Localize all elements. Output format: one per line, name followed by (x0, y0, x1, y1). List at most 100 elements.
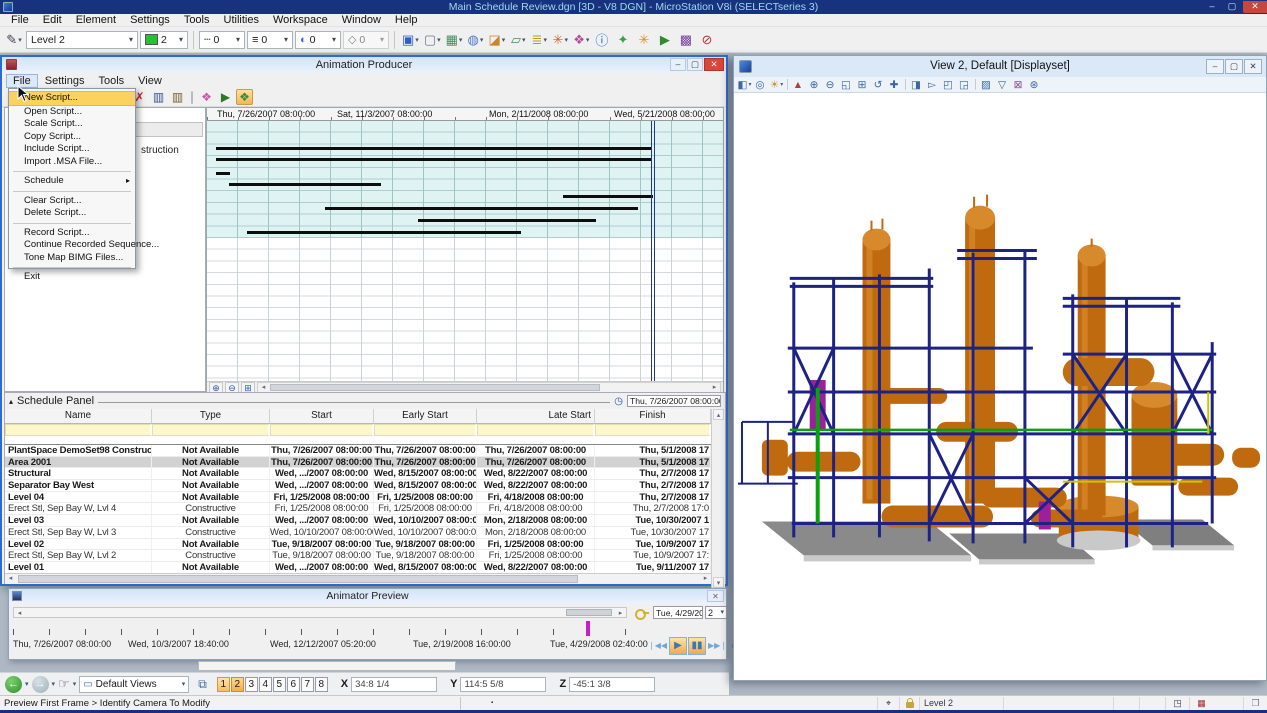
scroll-left-arrow[interactable]: ◂ (14, 609, 25, 618)
zoom-out-icon[interactable]: ⊖ (823, 78, 838, 92)
table-row[interactable]: Separator Bay West Not Available Wed, ..… (5, 480, 711, 492)
element-info-icon[interactable]: ⓘ (592, 30, 612, 50)
menu-item[interactable]: Record Script... (9, 227, 135, 240)
schedule-panel-header[interactable]: ▴ Schedule Panel ◷ Thu, 7/26/2007 08:00:… (5, 393, 725, 409)
fly-icon[interactable]: ▻ (925, 78, 940, 92)
menu-item[interactable]: Import .MSA File... (9, 156, 135, 169)
menu-item[interactable]: Element (69, 14, 123, 27)
apply-saved-view-icon[interactable]: ⊛ (1027, 78, 1042, 92)
table-row[interactable]: Erect Stl, Sep Bay W, Lvl 2 Constructive… (5, 550, 711, 562)
active-pattern-icon[interactable]: ❖ (236, 89, 253, 105)
table-row[interactable]: Erect Stl, Sep Bay W, Lvl 4 Constructive… (5, 503, 711, 515)
menu-item[interactable]: Help (388, 14, 425, 27)
pause-button[interactable]: ▮▮ (688, 637, 706, 655)
menu-item[interactable]: Settings (38, 74, 92, 88)
pan-view-icon[interactable]: ✚ (887, 78, 902, 92)
delete-element-icon[interactable]: ⊘ (697, 30, 717, 50)
key-icon[interactable] (635, 607, 649, 618)
scrollbar-thumb[interactable] (18, 575, 578, 583)
close-button[interactable]: ✕ (1244, 59, 1262, 74)
preview-frame-icon[interactable]: ▶ (217, 89, 234, 105)
menu-item[interactable]: Open Script... (9, 106, 135, 119)
saved-views-icon[interactable]: ◪ ▾ (486, 30, 507, 50)
view2-separator[interactable] (975, 79, 976, 90)
menu-item[interactable]: Window (335, 14, 388, 27)
view-display-icon[interactable]: ◧ ▾ (737, 78, 752, 92)
new-file-icon[interactable]: ▢ ▾ (422, 30, 443, 50)
references-icon[interactable]: ▱ ▾ (508, 30, 528, 50)
task-bar[interactable] (229, 183, 381, 186)
forward-button[interactable]: → (32, 676, 49, 693)
tree-item-label[interactable]: struction (141, 145, 179, 156)
schedule-vertical-scrollbar[interactable]: ▴ ▾ (711, 409, 725, 588)
table-row[interactable]: PlantSpace DemoSet98 Construction Not Av… (5, 445, 711, 457)
table-row[interactable]: Erect Stl, Sep Bay W, Lvl 3 Constructive… (5, 527, 711, 539)
actor-pattern-icon[interactable]: ❖ (198, 89, 215, 105)
view-previous-icon[interactable]: ◰ (941, 78, 956, 92)
view-toggle-button[interactable]: 8 (315, 677, 328, 692)
chevron-down-icon[interactable]: ▾ (73, 680, 77, 688)
back-button[interactable]: ← (5, 676, 22, 693)
clip-mask-icon[interactable]: ⊠ (1011, 78, 1026, 92)
view-toggle-button[interactable]: 4 (259, 677, 272, 692)
preview-date-field[interactable]: Tue, 4/29/20 (653, 606, 703, 619)
fence-mode-icon[interactable]: ▦ (1189, 697, 1213, 710)
task-bar[interactable] (325, 207, 638, 210)
menu-item[interactable]: Clear Script... (9, 195, 135, 208)
filter-cell[interactable] (152, 424, 270, 436)
line-weight-combo[interactable]: ≡ 0▾ (247, 31, 293, 49)
animation-producer-titlebar[interactable]: Animation Producer – ▢ ✕ (2, 57, 726, 73)
close-button[interactable]: ✕ (704, 58, 724, 71)
pointer-tool-icon[interactable]: ☞ (58, 676, 70, 692)
menu-item[interactable]: Tools (177, 14, 217, 27)
gantt-chart-area[interactable] (207, 121, 723, 381)
scroll-right-arrow[interactable]: ▸ (709, 383, 720, 392)
walk-icon[interactable]: ◨ (909, 78, 924, 92)
menu-item[interactable] (13, 223, 131, 224)
clock-icon[interactable]: ◷ (614, 396, 623, 407)
filmstrip-settings-icon[interactable]: ▥ (169, 89, 186, 105)
dialog-status-icon[interactable]: ❒ (1243, 697, 1267, 710)
view-attributes-icon[interactable]: ▲ (791, 78, 806, 92)
task-bar[interactable] (563, 195, 653, 198)
gantt-timeline-header[interactable]: Thu, 7/26/2007 08:00:00Sat, 11/3/2007 08… (207, 108, 723, 121)
z-coordinate-field[interactable]: -45:1 3/8 (569, 677, 655, 692)
table-row[interactable]: Level 03 Not Available Wed, .../2007 08:… (5, 515, 711, 527)
active-color-combo[interactable]: 2▾ (140, 31, 188, 49)
zoom-in-icon[interactable]: ⊕ (807, 78, 822, 92)
scroll-up-arrow[interactable]: ▴ (713, 409, 724, 420)
transparency-combo[interactable]: ◐ 0▾ (295, 31, 341, 49)
frame-rate-spinner[interactable]: 2▾ (705, 606, 727, 619)
filmstrip-save-icon[interactable]: ▥ (150, 89, 167, 105)
view2-separator[interactable] (905, 79, 906, 90)
filter-cell[interactable] (270, 424, 374, 436)
minimize-button[interactable]: – (1203, 1, 1221, 13)
manage-view-groups-icon[interactable]: ⧉ (198, 677, 207, 692)
scroll-right-arrow[interactable]: ▸ (700, 574, 711, 583)
menu-item[interactable]: Edit (36, 14, 69, 27)
cell-box-icon[interactable]: ▩ (676, 30, 696, 50)
fit-view-icon[interactable]: ⊞ (855, 78, 870, 92)
view-next-icon[interactable]: ◲ (957, 78, 972, 92)
x-coordinate-field[interactable]: 34:8 1/4 (351, 677, 437, 692)
task-bar[interactable] (418, 219, 596, 222)
menu-item[interactable] (13, 171, 131, 172)
filter-cell[interactable] (374, 424, 477, 436)
schedule-horizontal-scrollbar[interactable]: ◂ ▸ (5, 573, 711, 584)
column-header[interactable]: Start (270, 409, 374, 424)
preview-scrollbar[interactable]: ◂ ▸ (13, 607, 627, 618)
view2-canvas[interactable] (734, 93, 1266, 680)
close-button[interactable]: ✕ (1243, 1, 1267, 13)
chevron-down-icon[interactable]: ▾ (52, 680, 56, 688)
zoom-tools-icon[interactable]: ✳ ▾ (550, 30, 570, 50)
menu-item[interactable]: Continue Recorded Sequence... (9, 239, 135, 252)
scroll-left-arrow[interactable]: ◂ (5, 574, 16, 583)
view-toggle-button[interactable]: 3 (245, 677, 258, 692)
active-element-template-icon[interactable]: ✎▾ (4, 30, 24, 50)
scroll-right-arrow[interactable]: ▸ (615, 609, 626, 618)
ap-toolbar-separator[interactable] (191, 91, 193, 104)
models-icon[interactable]: ▣ ▾ (400, 30, 421, 50)
column-header[interactable]: Early Start (374, 409, 477, 424)
lock-icon[interactable] (899, 697, 919, 710)
menu-item[interactable]: View (131, 74, 169, 88)
